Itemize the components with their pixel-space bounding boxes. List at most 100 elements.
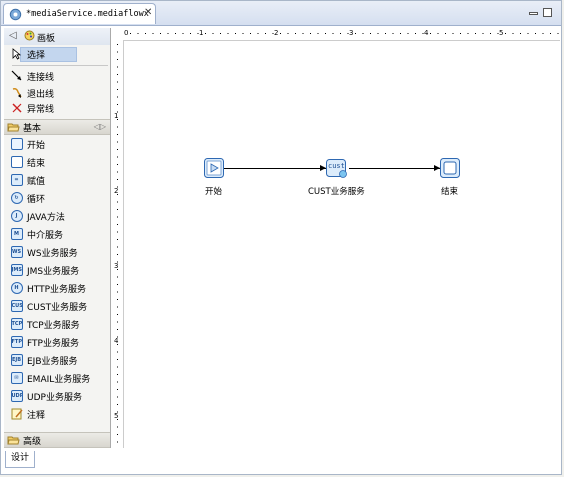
ruler-tick xyxy=(557,33,559,34)
ruler-tick xyxy=(430,33,431,34)
editor-tab[interactable]: *mediaService.mediaflowx ✕ xyxy=(3,3,156,24)
palette-item-assign[interactable]: = 赋值 xyxy=(10,172,45,188)
palette-item-cust-service[interactable]: CUST CUST业务服务 xyxy=(10,298,87,314)
tool-connection[interactable]: 连接线 xyxy=(10,68,54,84)
ruler-tick xyxy=(460,33,461,34)
ruler-tick xyxy=(117,351,118,353)
loop-icon: ↻ xyxy=(10,192,23,205)
cust-service-icon: CUST xyxy=(10,300,23,313)
palette-item-email-service[interactable]: ✉ EMAIL业务服务 xyxy=(10,370,90,386)
ruler-tick xyxy=(227,33,229,34)
drawer-basic-label: 基本 xyxy=(23,123,42,134)
palette-item-label: JMS业务服务 xyxy=(27,266,80,277)
palette-item-http-service[interactable]: H HTTP业务服务 xyxy=(10,280,86,296)
diagram-canvas[interactable]: 0 1 2 3 4 5 1 2 3 4 5 开始 cust CUST业务服务 结… xyxy=(112,28,560,448)
ftp-service-icon: FTP xyxy=(10,336,23,349)
java-icon: J xyxy=(10,210,23,223)
palette-item-loop[interactable]: ↻ 循环 xyxy=(10,190,45,206)
cust-service-node[interactable]: cust xyxy=(326,159,348,182)
node-label: 开始 xyxy=(205,187,223,197)
palette-item-udp-service[interactable]: UDP UDP业务服务 xyxy=(10,388,82,404)
ruler-number: 5 xyxy=(499,29,504,37)
palette-item-ftp-service[interactable]: FTP FTP业务服务 xyxy=(10,334,79,350)
ruler-tick xyxy=(520,33,521,34)
palette-item-label: UDP业务服务 xyxy=(27,392,82,403)
palette-item-note[interactable]: 注释 xyxy=(10,406,45,422)
ruler-tick xyxy=(302,33,304,34)
palette-item-label: 中介服务 xyxy=(27,230,64,241)
ruler-tick xyxy=(317,33,319,34)
drawer-basic[interactable]: 基本 ◁▷ xyxy=(4,119,110,135)
connection-line[interactable] xyxy=(223,168,326,169)
pin-icon[interactable]: ◁▷ xyxy=(94,122,106,131)
ruler-tick xyxy=(117,374,118,375)
end-icon xyxy=(10,156,23,169)
ruler-tick xyxy=(117,224,118,225)
horizontal-ruler: 0 1 2 3 4 5 xyxy=(123,28,560,41)
connection-line[interactable] xyxy=(349,168,440,169)
maximize-button[interactable] xyxy=(543,8,552,17)
drawer-advanced-label: 高级 xyxy=(23,436,42,447)
palette-title: 画板 xyxy=(37,34,56,44)
minimize-button[interactable] xyxy=(529,12,538,15)
ruler-tick xyxy=(542,33,544,34)
palette-item-label: 赋值 xyxy=(27,176,46,187)
ruler-tick xyxy=(467,33,469,34)
palette-item-label: 注释 xyxy=(27,410,46,421)
ruler-tick xyxy=(362,33,364,34)
ruler-tick xyxy=(235,33,236,34)
end-node[interactable] xyxy=(440,158,460,181)
ruler-tick xyxy=(212,33,214,34)
palette-item-end[interactable]: 结束 xyxy=(10,154,45,170)
tool-select[interactable]: 选择 xyxy=(10,46,45,62)
ruler-tick xyxy=(117,404,118,405)
tool-exception-line[interactable]: 异常线 xyxy=(10,100,54,116)
palette-item-tcp-service[interactable]: TCP TCP业务服务 xyxy=(10,316,80,332)
editor-tab-bar: *mediaService.mediaflowx ✕ xyxy=(1,1,561,26)
palette-item-java[interactable]: J JAVA方法 xyxy=(10,208,65,224)
tab-design[interactable]: 设计 xyxy=(5,451,35,468)
ruler-tick xyxy=(117,246,118,248)
ruler-tick xyxy=(117,96,118,98)
connection-icon xyxy=(10,70,23,83)
palette-item-ejb-service[interactable]: EJB EJB业务服务 xyxy=(10,352,78,368)
start-node[interactable] xyxy=(204,158,224,181)
ruler-tick xyxy=(117,149,118,150)
ruler-tick xyxy=(265,33,266,34)
exception-line-icon xyxy=(10,102,23,115)
collapse-palette-icon[interactable]: ◁ xyxy=(9,30,17,41)
palette-item-mediation-service[interactable]: M 中介服务 xyxy=(10,226,63,242)
palette-icon xyxy=(24,30,35,41)
palette-item-ws-service[interactable]: WS WS业务服务 xyxy=(10,244,78,260)
ruler-tick xyxy=(145,33,146,34)
end-node-icon xyxy=(440,158,460,178)
close-icon[interactable]: ✕ xyxy=(144,7,152,18)
arrow-select-icon xyxy=(10,48,23,61)
ruler-tick xyxy=(117,314,118,315)
palette-item-label: EJB业务服务 xyxy=(27,356,78,367)
drawer-advanced[interactable]: 高级 xyxy=(4,432,110,448)
ruler-tick xyxy=(117,366,118,368)
ruler-ticks xyxy=(130,33,559,34)
palette-item-jms-service[interactable]: JMS JMS业务服务 xyxy=(10,262,79,278)
tcp-service-icon: TCP xyxy=(10,318,23,331)
ruler-number: 4 xyxy=(114,337,119,345)
tool-exit-line[interactable]: 退出线 xyxy=(10,85,54,101)
ruler-tick xyxy=(310,33,311,34)
ruler-number: 2 xyxy=(114,187,119,195)
ruler-tick xyxy=(505,33,506,34)
ruler-tick xyxy=(117,134,118,135)
ruler-tick xyxy=(535,33,536,34)
note-icon xyxy=(10,408,23,421)
ruler-tick xyxy=(295,33,296,34)
ruler-tick xyxy=(355,33,356,34)
mediation-service-icon: M xyxy=(10,228,23,241)
ruler-tick xyxy=(117,171,118,173)
ruler-tick xyxy=(117,299,118,300)
ruler-number: 4 xyxy=(424,29,429,37)
ruler-tick xyxy=(117,126,118,128)
ruler-tick xyxy=(475,33,476,34)
tool-label: 退出线 xyxy=(27,89,55,100)
palette-item-start[interactable]: 开始 xyxy=(10,136,45,152)
ejb-service-icon: EJB xyxy=(10,354,23,367)
